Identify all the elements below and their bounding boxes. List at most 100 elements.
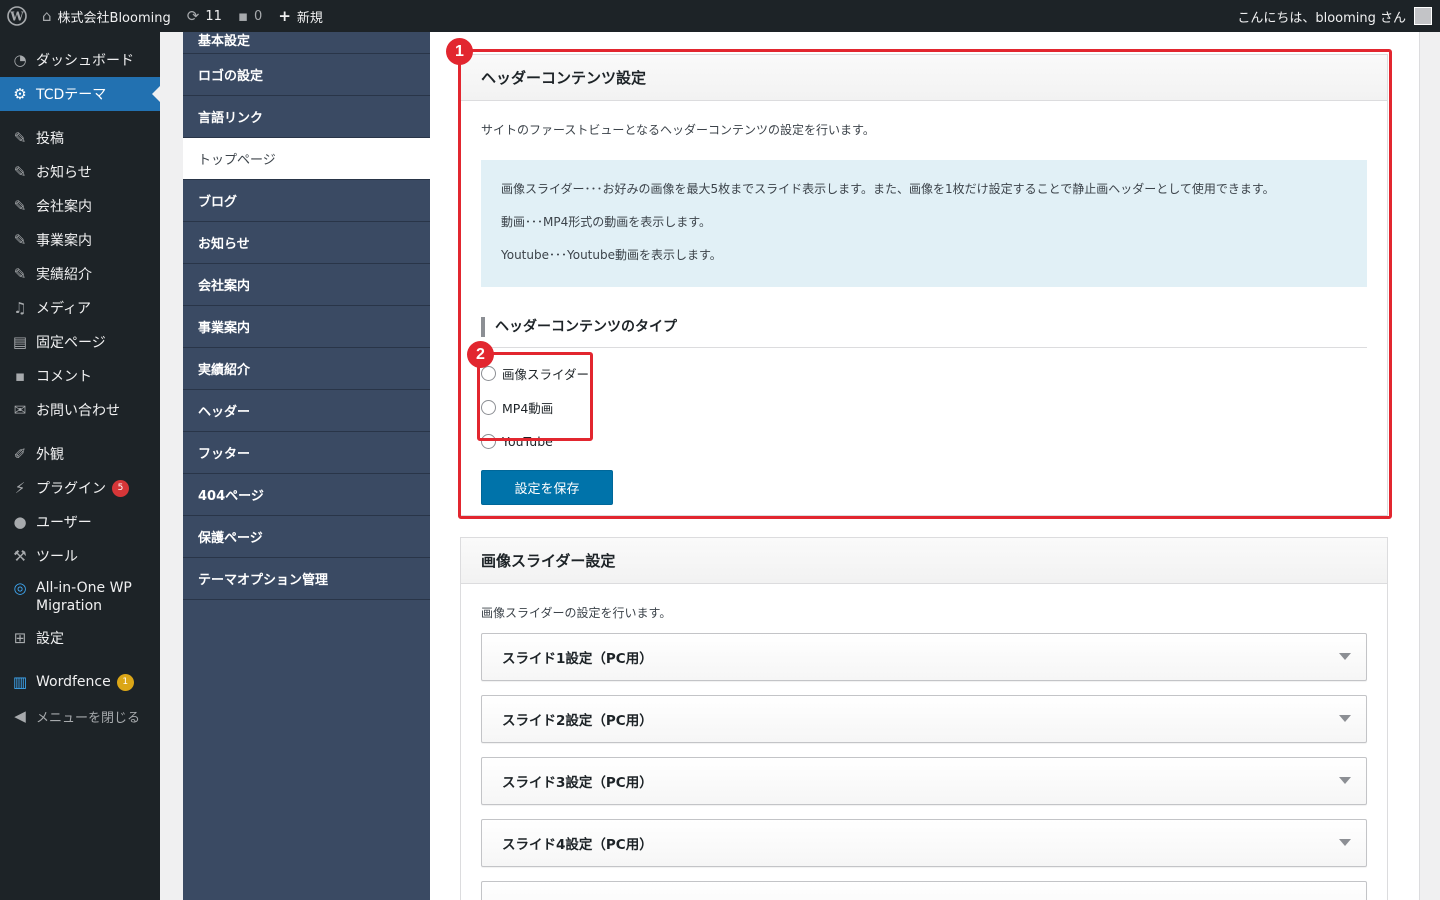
slide-4-accordion[interactable]: スライド4設定（PC用） <box>481 819 1367 867</box>
menu-label: お問い合わせ <box>36 403 120 419</box>
my-account-link[interactable]: こんにちは、blooming さん <box>1229 0 1440 32</box>
greeting: こんにちは、blooming さん <box>1237 10 1406 26</box>
site-name: 株式会社Blooming <box>57 10 171 26</box>
menu-posts[interactable]: ✎ 投稿 <box>0 121 160 155</box>
accordion-label: スライド1設定（PC用） <box>502 651 653 667</box>
annotation-number-1: 1 <box>446 38 473 65</box>
menu-media[interactable]: ♫ メディア <box>0 291 160 325</box>
pin-icon: ✎ <box>13 129 27 147</box>
updates-count: 11 <box>205 8 222 24</box>
pin-icon: ✎ <box>13 231 27 249</box>
menu-comments[interactable]: ▪ コメント <box>0 359 160 393</box>
annotation-box-1 <box>458 49 1392 519</box>
menu-users[interactable]: ● ユーザー <box>0 505 160 539</box>
wordpress-logo-icon[interactable]: W <box>0 0 34 32</box>
menu-label: お知らせ <box>36 165 92 181</box>
menu-label: TCDテーマ <box>36 87 107 103</box>
menu-settings[interactable]: ⊞ 設定 <box>0 621 160 655</box>
updates-link[interactable]: ⟳ 11 <box>179 0 230 32</box>
dashboard-icon: ◔ <box>13 51 27 69</box>
new-label: 新規 <box>296 10 323 26</box>
wordfence-icon: ▥ <box>12 673 28 691</box>
collapse-menu-button[interactable]: ◀ メニューを閉じる <box>0 699 160 733</box>
menu-label: ユーザー <box>36 515 92 531</box>
menu-label: 会社案内 <box>36 199 92 215</box>
accordion-label: スライド3設定（PC用） <box>502 775 653 791</box>
plus-icon: + <box>278 7 291 25</box>
menu-tcd-theme[interactable]: ⚙ TCDテーマ <box>0 77 160 111</box>
menu-contact[interactable]: ✉ お問い合わせ <box>0 393 160 427</box>
menu-label: 外観 <box>36 447 64 463</box>
menu-label: 実績紹介 <box>36 267 92 283</box>
media-icon: ♫ <box>13 299 27 317</box>
menu-label: Wordfence <box>36 674 111 690</box>
theme-nav-item-company[interactable]: 会社案内 <box>183 264 430 306</box>
svg-text:W: W <box>9 10 24 24</box>
updates-icon: ⟳ <box>186 7 200 25</box>
menu-label: 設定 <box>36 631 64 647</box>
theme-nav-item-options-manage[interactable]: テーマオプション管理 <box>183 558 430 600</box>
wordfence-badge: 1 <box>116 673 134 691</box>
menu-news[interactable]: ✎ お知らせ <box>0 155 160 189</box>
comments-count: 0 <box>254 8 263 24</box>
theme-nav-item-logo[interactable]: ロゴの設定 <box>183 54 430 96</box>
menu-dashboard[interactable]: ◔ ダッシュボード <box>0 43 160 77</box>
chevron-down-icon <box>1339 839 1351 846</box>
accordion-label: スライド2設定（PC用） <box>502 713 653 729</box>
accordion-label: スライド4設定（PC用） <box>502 837 653 853</box>
menu-plugins[interactable]: ⚡ プラグイン 5 <box>0 471 160 505</box>
menu-label: ダッシュボード <box>36 53 134 69</box>
slide-3-accordion[interactable]: スライド3設定（PC用） <box>481 757 1367 805</box>
menu-wordfence[interactable]: ▥ Wordfence 1 <box>0 665 160 699</box>
pin-icon: ✎ <box>13 265 27 283</box>
plugin-icon: ⚡ <box>14 479 26 497</box>
theme-nav-item-top-page[interactable]: トップページ <box>183 138 430 180</box>
gear-icon: ⚙ <box>13 85 27 103</box>
menu-tools[interactable]: ⚒ ツール <box>0 539 160 573</box>
chevron-down-icon <box>1339 653 1351 660</box>
image-slider-box: 画像スライダー設定 画像スライダーの設定を行います。 スライド1設定（PC用） … <box>460 537 1388 900</box>
theme-nav-item-protected[interactable]: 保護ページ <box>183 516 430 558</box>
new-content-link[interactable]: + 新規 <box>270 0 331 32</box>
theme-nav-item-header[interactable]: ヘッダー <box>183 390 430 432</box>
slide-5-accordion-partial[interactable] <box>481 881 1367 900</box>
menu-label: ツール <box>36 549 78 565</box>
menu-label: コメント <box>36 369 92 385</box>
chevron-down-icon <box>1339 715 1351 722</box>
menu-business[interactable]: ✎ 事業案内 <box>0 223 160 257</box>
theme-nav-item-news[interactable]: お知らせ <box>183 222 430 264</box>
wrench-icon: ⚒ <box>13 547 27 565</box>
menu-pages[interactable]: ▤ 固定ページ <box>0 325 160 359</box>
annotation-number-2: 2 <box>467 341 494 368</box>
pin-icon: ✎ <box>13 197 27 215</box>
admin-menu: ◔ ダッシュボード ⚙ TCDテーマ ✎ 投稿 ✎ お知らせ ✎ 会社案内 ✎ 事業案内 ✎… <box>0 32 160 900</box>
page-icon: ▤ <box>12 333 28 351</box>
theme-nav-item-language[interactable]: 言語リンク <box>183 96 430 138</box>
menu-company[interactable]: ✎ 会社案内 <box>0 189 160 223</box>
comment-icon: ▪ <box>237 7 249 25</box>
theme-nav-item-works[interactable]: 実績紹介 <box>183 348 430 390</box>
theme-nav-item-blog[interactable]: ブログ <box>183 180 430 222</box>
menu-label: プラグイン <box>36 481 106 497</box>
user-icon: ● <box>13 513 27 531</box>
comments-link[interactable]: ▪ 0 <box>230 0 270 32</box>
theme-nav-item-business[interactable]: 事業案内 <box>183 306 430 348</box>
menu-label: 投稿 <box>36 131 64 147</box>
menu-works[interactable]: ✎ 実績紹介 <box>0 257 160 291</box>
menu-aiowpm[interactable]: ◎ All-in-One WP Migration <box>0 573 160 621</box>
theme-nav-item-basic[interactable]: 基本設定 <box>183 32 430 54</box>
section-description: 画像スライダーの設定を行います。 <box>481 606 672 620</box>
theme-nav-item-404[interactable]: 404ページ <box>183 474 430 516</box>
section-title: 画像スライダー設定 <box>461 538 1387 584</box>
comment-icon: ▪ <box>14 367 26 385</box>
slide-2-accordion[interactable]: スライド2設定（PC用） <box>481 695 1367 743</box>
brush-icon: ✐ <box>13 445 27 463</box>
theme-options-nav: 基本設定 ロゴの設定 言語リンク トップページ ブログ お知らせ 会社案内 事業… <box>183 32 430 900</box>
mail-icon: ✉ <box>13 401 27 419</box>
slide-1-accordion[interactable]: スライド1設定（PC用） <box>481 633 1367 681</box>
theme-nav-item-footer[interactable]: フッター <box>183 432 430 474</box>
avatar <box>1414 7 1432 25</box>
menu-appearance[interactable]: ✐ 外観 <box>0 437 160 471</box>
site-name-link[interactable]: ⌂ 株式会社Blooming <box>34 0 179 32</box>
menu-label: メニューを閉じる <box>36 710 141 726</box>
